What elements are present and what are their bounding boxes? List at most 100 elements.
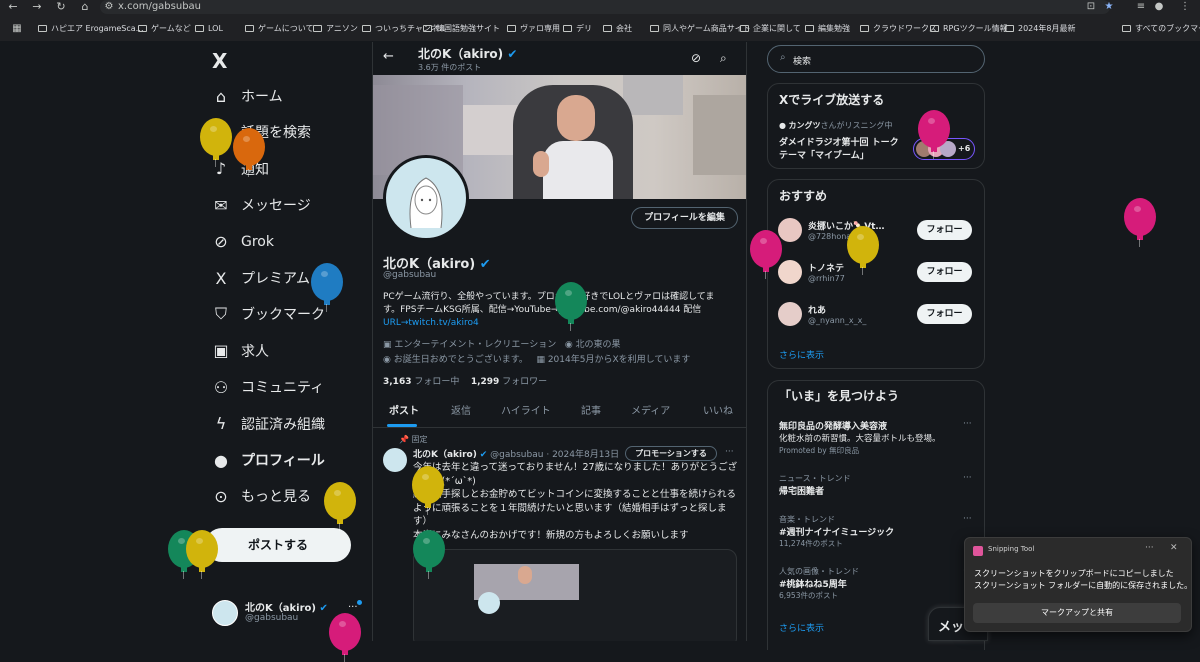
more-dots-icon[interactable]: ··· — [1145, 543, 1154, 553]
profile-tab[interactable]: 記事 — [581, 402, 601, 417]
verified-badge-icon: ✔ — [479, 257, 491, 272]
nav-item-person[interactable]: ● プロフィール — [212, 447, 325, 473]
follow-button[interactable]: フォロー — [917, 262, 972, 282]
nav-item-mail[interactable]: ✉ メッセージ — [212, 192, 310, 218]
post-button[interactable]: ポストする — [205, 528, 351, 562]
post-image[interactable] — [413, 549, 737, 641]
bookmark-item[interactable]: 2024年8月最新 — [1005, 20, 1075, 38]
suggestion-name[interactable]: れあ — [808, 303, 826, 316]
nav-item-home[interactable]: ⌂ ホーム — [212, 83, 283, 109]
post-avatar[interactable] — [383, 448, 407, 472]
more-dots-icon[interactable]: ··· — [348, 602, 358, 613]
bookmark-item[interactable]: LOL — [195, 20, 223, 38]
avatar-drawing — [409, 177, 443, 229]
toast-line-2: スクリーンショット フォルダーに自動的に保存されました。 — [974, 581, 1193, 590]
trend-item[interactable]: 人気の画像・トレンド#桃鉢ねね5周年6,953件のポスト··· — [779, 566, 975, 612]
bookmark-item[interactable]: 企業に関して — [740, 20, 801, 38]
back-arrow-icon[interactable]: ← — [383, 49, 394, 64]
x-logo-icon: X — [215, 268, 227, 288]
markup-share-button[interactable]: マークアップと共有 — [973, 603, 1181, 623]
bookmark-item[interactable]: RPGツクール情報 — [930, 20, 1008, 38]
profile-tab[interactable]: いいね — [703, 402, 733, 417]
follow-button[interactable]: フォロー — [917, 304, 972, 324]
install-icon[interactable]: ⊡ — [1084, 0, 1098, 14]
show-more-link[interactable]: さらに表示 — [779, 348, 824, 361]
search-box[interactable]: ⌕ 検索 — [767, 45, 985, 73]
nav-item-briefcase[interactable]: ▣ 求人 — [212, 338, 269, 364]
bookmark-item[interactable]: アニソン — [313, 20, 358, 38]
back-icon[interactable]: ← — [4, 0, 22, 14]
search-placeholder: 検索 — [793, 57, 812, 67]
reload-icon[interactable]: ↻ — [52, 0, 70, 14]
verified-badge-icon: ✔ — [479, 450, 488, 460]
nav-item-lightning[interactable]: ϟ 認証済み組織 — [212, 411, 325, 437]
bookmark-item[interactable]: 韓国語勉強サイト — [423, 20, 500, 38]
profile-tab[interactable]: ポスト — [389, 402, 419, 417]
media-icon[interactable]: ≡ — [1134, 0, 1148, 14]
avatar[interactable] — [778, 302, 802, 326]
balloon-icon — [555, 282, 587, 331]
apps-grid-icon[interactable]: ▦ — [10, 22, 24, 36]
bookmark-item[interactable]: ゲームについて — [245, 20, 314, 38]
suggestion-name[interactable]: トノネテ — [808, 261, 844, 274]
bookmark-item[interactable]: ゲームなど — [138, 20, 191, 38]
more-dots-icon[interactable]: ··· — [963, 473, 972, 483]
trend-context: 人気の画像・トレンド — [779, 567, 859, 576]
more-dots-icon[interactable]: ··· — [963, 419, 972, 429]
bookmark-star-icon[interactable]: ★ — [1102, 0, 1116, 14]
site-info-icon[interactable]: ⚙ — [102, 0, 116, 14]
following-link[interactable]: 3,163 フォロー中 — [383, 377, 459, 387]
url-bar[interactable] — [100, 0, 1110, 14]
nav-item-x-logo[interactable]: X プレミアム — [212, 265, 311, 291]
more-dots-icon[interactable]: ··· — [963, 514, 972, 524]
more-circle-icon: ⊙ — [214, 486, 228, 506]
more-dots-icon[interactable]: ··· — [725, 447, 734, 457]
trend-item[interactable]: 音楽・トレンド #週刊ナイナイミュージック 11,274件のポスト ··· — [779, 514, 975, 560]
x-logo[interactable]: X — [212, 50, 234, 72]
close-icon[interactable]: ✕ — [1170, 543, 1178, 553]
menu-kebab-icon[interactable]: ⋮ — [1178, 0, 1192, 14]
bookmark-item[interactable]: 会社 — [603, 20, 632, 38]
promote-button[interactable]: プロモーションする — [625, 446, 717, 461]
nav-item-label: プレミアム — [241, 271, 311, 287]
profile-avatar-icon[interactable]: ● — [1152, 0, 1166, 14]
grok-icon[interactable]: ⊘ — [691, 51, 701, 65]
nav-item-community[interactable]: ⚇ コミュニティ — [212, 374, 324, 400]
person-icon: ● — [214, 450, 228, 470]
nav-item-label: 求人 — [241, 343, 269, 360]
host-avatar-icon: ● — [779, 121, 786, 130]
bookmark-item[interactable]: クラウドワークス — [860, 20, 937, 38]
balloon-icon — [329, 613, 361, 662]
profile-meta-2: ◉ お誕生日おめでとうございます。 ▦ 2014年5月からXを利用しています — [383, 352, 690, 365]
edit-profile-button[interactable]: プロフィールを編集 — [631, 207, 738, 229]
profile-tab[interactable]: メディア — [631, 402, 670, 417]
forward-icon[interactable]: → — [28, 0, 46, 14]
nav-item-label: ホーム — [241, 89, 283, 105]
bookmark-item[interactable]: 同人やゲーム商品サイト — [650, 20, 751, 38]
bookmark-item[interactable]: ハピエア ErogameSca… — [38, 20, 144, 38]
bookmark-item[interactable]: ヴァロ専用 — [507, 20, 560, 38]
folder-icon — [930, 25, 939, 32]
snipping-tool-notification[interactable]: Snipping Tool ··· ✕ スクリーンショットをクリップボードにコピ… — [964, 537, 1192, 632]
profile-avatar[interactable] — [383, 155, 469, 241]
nav-item-more-circle[interactable]: ⊙ もっと見る — [212, 483, 311, 509]
follow-button[interactable]: フォロー — [917, 220, 972, 240]
bookmark-item[interactable]: デリ — [563, 20, 592, 38]
bookmark-item[interactable]: 編集勉強 — [805, 20, 850, 38]
folder-icon — [740, 25, 749, 32]
nav-item-grok[interactable]: ⊘ Grok — [212, 229, 274, 255]
space-title[interactable]: ダメイドラジオ第十回 トーク テーマ「マイブーム」 — [779, 137, 899, 163]
verified-badge-icon: ✔ — [507, 47, 518, 61]
profile-tab[interactable]: 返信 — [451, 402, 471, 417]
post-text: 今年は去年と違って迷っておりません！27歳になりました！ありがとうござ います(… — [413, 462, 738, 541]
trend-item[interactable]: 無印良品の発酵導入美容液 化粧水前の新習慣。大容量ボトルも登場。 Promoted … — [779, 419, 975, 465]
profile-tab[interactable]: ハイライト — [501, 402, 551, 417]
followers-link[interactable]: 1,299 フォロワー — [471, 377, 547, 387]
home-browser-icon[interactable]: ⌂ — [76, 0, 94, 14]
search-icon[interactable]: ⌕ — [720, 51, 727, 66]
url-text[interactable]: x.com/gabsubau — [118, 0, 201, 14]
trend-item[interactable]: ニュース・トレンド 帰宅困難者 ··· — [779, 473, 975, 519]
show-more-link[interactable]: さらに表示 — [779, 621, 824, 634]
all-bookmarks[interactable]: すべてのブックマーク — [1122, 20, 1200, 38]
nav-item-bookmark[interactable]: ⛉ ブックマーク — [212, 301, 325, 327]
